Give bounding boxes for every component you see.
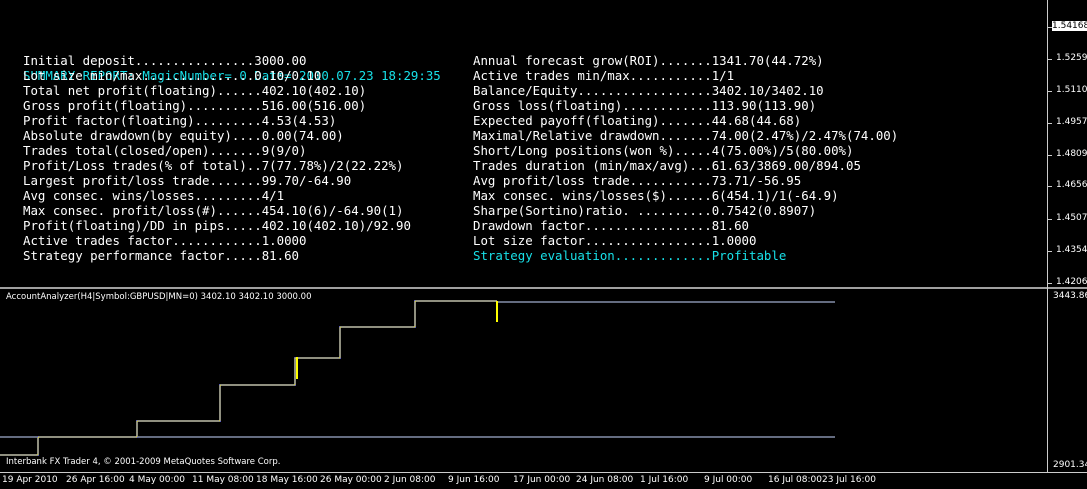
report-line: Absolute drawdown(by equity)....0.00(74.… [23,128,344,143]
time-tick-label: 26 Apr 16:00 [66,475,125,485]
report-line: Avg profit/loss trade...........73.71/-5… [473,173,802,188]
report-left-column: Initial deposit................3000.00 Lo… [23,53,411,263]
report-line: Max consec. wins/losses($)......6(454.1)… [473,188,839,203]
report-line: Drawdown factor.................81.60 [473,218,750,233]
time-tick-label: 19 Apr 2010 [2,475,58,485]
time-tick-label: 11 May 08:00 [192,475,254,485]
report-line: Max consec. profit/loss(#)......454.10(6… [23,203,404,218]
price-tick-mark [1048,283,1052,284]
report-line: Active trades min/max...........1/1 [473,68,735,83]
time-tick-label: 23 Jul 16:00 [822,475,876,485]
report-line: Sharpe(Sortino)ratio. ..........0.7542(0… [473,203,817,218]
report-line: Profit/Loss trades(% of total)..7(77.78%… [23,158,404,173]
report-line: Active trades factor............1.0000 [23,233,307,248]
summary-report: SUMMARY REPORT: MagicNumber= 0 Date= 201… [23,38,898,263]
report-line: Profit(floating)/DD in pips.....402.10(4… [23,218,411,233]
report-line: Expected payoff(floating).......44.68(44… [473,113,802,128]
price-tick-mark [1048,186,1052,187]
price-tick-mark [1048,27,1052,28]
report-line: Short/Long positions(won %).....4(75.00%… [473,143,854,158]
price-tick-mark [1048,59,1052,60]
price-tick-mark [1048,251,1052,252]
report-line: Initial deposit................3000.00 [23,53,307,68]
balance-line [0,300,497,456]
report-line: Largest profit/loss trade.......99.70/-6… [23,173,352,188]
report-line: Gross loss(floating)............113.90(1… [473,98,817,113]
price-tick-label: 1.45075 [1056,213,1087,223]
price-tick-mark [1048,91,1052,92]
report-line: Lot size min/max...............0.10/0.10 [23,68,322,83]
time-tick-label: 16 Jul 08:00 [768,475,822,485]
time-tick-label: 18 May 16:00 [256,475,318,485]
report-line: Trades duration (min/max/avg)...61.63/38… [473,158,861,173]
indicator-bottom-value: 2901.34 [1053,460,1087,470]
price-tick-label: 1.46560 [1056,180,1087,190]
time-tick-label: 9 Jun 16:00 [448,475,500,485]
report-right-column: Annual forecast grow(ROI).......1341.70(… [473,53,898,263]
report-line: Lot size factor.................1.0000 [473,233,757,248]
price-tick-mark [1048,219,1052,220]
report-line: Annual forecast grow(ROI).......1341.70(… [473,53,824,68]
indicator-subtitle: AccountAnalyzer(H4|Symbol:GBPUSD|MN=0) 3… [6,292,312,302]
price-tick-label: 1.42060 [1056,277,1087,287]
time-tick-label: 1 Jul 16:00 [640,475,689,485]
report-line: Maximal/Relative drawdown.......74.00(2.… [473,128,899,143]
report-line: Gross profit(floating)..........516.00(5… [23,98,367,113]
time-tick-label: 26 May 00:00 [320,475,382,485]
price-tick-label: 1.52590 [1056,53,1087,63]
indicator-plot [0,300,835,456]
time-tick-label: 9 Jul 00:00 [704,475,753,485]
price-tick-mark [1048,123,1052,124]
time-tick-label: 4 May 00:00 [129,475,185,485]
copyright-text: Interbank FX Trader 4, © 2001-2009 MetaQ… [6,457,281,467]
report-line: Balance/Equity..................3402.10/… [473,83,824,98]
price-tick-label: 1.49575 [1056,117,1087,127]
report-line: Strategy performance factor.....81.60 [23,248,300,263]
price-tick-label: 1.54168 [1052,21,1087,31]
report-line: Trades total(closed/open).......9(9/0) [23,143,307,158]
price-tick-mark [1048,155,1052,156]
report-line: Total net profit(floating)......402.10(4… [23,83,367,98]
price-axis[interactable]: 1.54168 1.52590 1.51105 1.49575 1.48090 1.465… [1047,0,1087,472]
price-tick-label: 1.48090 [1056,149,1087,159]
time-axis[interactable]: 19 Apr 2010 26 Apr 16:00 4 May 00:00 11 May… [0,472,1087,489]
report-line: Profit factor(floating).........4.53(4.5… [23,113,337,128]
equity-line [0,300,497,456]
indicator-window[interactable] [0,289,1047,472]
time-tick-label: 24 Jun 08:00 [576,475,634,485]
time-tick-label: 17 Jun 00:00 [513,475,571,485]
time-tick-label: 2 Jun 08:00 [384,475,436,485]
price-tick-label: 1.51105 [1056,85,1087,95]
report-line: Avg consec. wins/losses.........4/1 [23,188,285,203]
indicator-top-value: 3443.86 [1053,291,1087,301]
price-tick-label: 1.43545 [1056,245,1087,255]
report-line: Strategy evaluation.............Profitab… [473,248,787,263]
